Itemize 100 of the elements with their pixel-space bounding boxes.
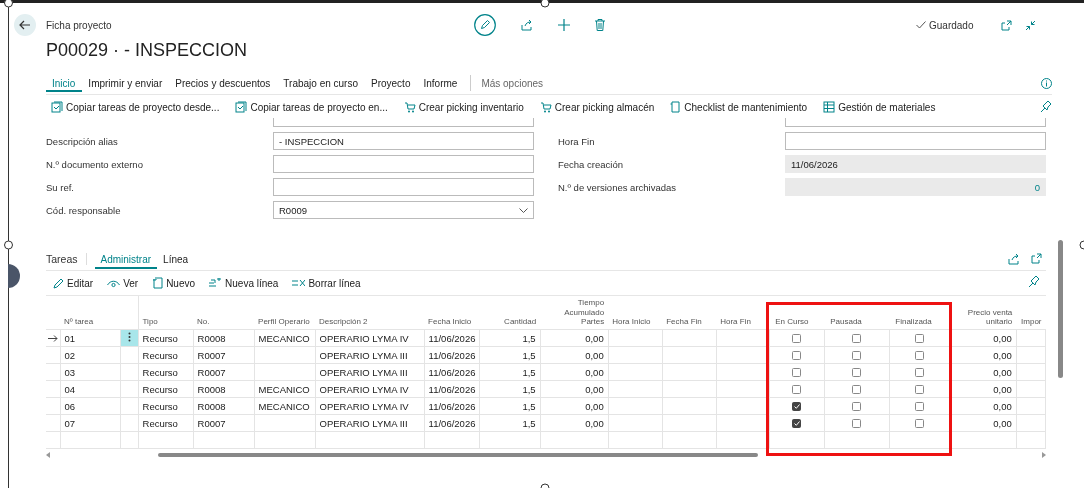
menu-tab[interactable]: Informe <box>417 73 465 93</box>
delete-icon[interactable] <box>595 19 605 31</box>
table-cell: MECANICO <box>258 383 310 395</box>
pin-icon[interactable] <box>1028 276 1040 288</box>
action-button[interactable]: Nueva línea <box>209 277 279 289</box>
action-button[interactable]: Copiar tareas de proyecto en... <box>235 101 388 113</box>
column-header[interactable]: Descripción 2 <box>319 316 421 326</box>
column-header[interactable]: Precio venta unitario <box>953 307 1013 326</box>
checkbox[interactable] <box>792 402 802 412</box>
edit-icon[interactable] <box>474 14 496 36</box>
table-cell: MECANICO <box>258 332 310 344</box>
input-field[interactable] <box>273 155 534 173</box>
checkbox[interactable] <box>852 419 862 429</box>
action-button[interactable]: Ver <box>107 277 139 289</box>
menu-tab[interactable]: Precios y descuentos <box>169 73 278 93</box>
action-button[interactable]: Editar <box>53 277 94 289</box>
scroll-right-icon[interactable] <box>1041 452 1046 458</box>
column-header[interactable]: Tiempo Acumulado Partes <box>544 298 605 326</box>
column-header[interactable]: Finalizada <box>895 316 946 326</box>
more-icon <box>127 332 131 342</box>
checkbox[interactable] <box>914 419 924 429</box>
table-cell: 03 <box>64 366 76 378</box>
table-cell: R0007 <box>197 349 226 361</box>
checkbox[interactable] <box>852 351 862 361</box>
table-cell: 04 <box>64 383 76 395</box>
checkbox[interactable] <box>852 334 862 344</box>
checkbox[interactable] <box>914 385 924 395</box>
dropdown-field[interactable]: R0009 <box>273 201 534 219</box>
table-cell: Recurso <box>142 417 178 429</box>
add-icon[interactable] <box>558 19 570 31</box>
table-cell: 0,00 <box>993 332 1012 344</box>
collapse-icon[interactable] <box>1025 19 1037 31</box>
column-header[interactable]: Fecha Fin <box>666 316 713 326</box>
checkbox[interactable] <box>792 334 802 344</box>
column-header[interactable]: Perfil Operario <box>258 316 312 326</box>
checkbox[interactable] <box>914 402 924 412</box>
menu-tab[interactable]: Imprimir y enviar <box>82 73 170 93</box>
column-header[interactable]: Impor <box>1020 316 1042 326</box>
horizontal-scrollbar[interactable] <box>46 452 1046 458</box>
copy-icon <box>51 101 63 113</box>
action-button[interactable]: Nuevo <box>152 277 196 289</box>
column-header[interactable]: Fecha Inicio <box>428 316 476 326</box>
menu-tab[interactable]: Proyecto <box>365 73 418 93</box>
info-icon[interactable] <box>1041 77 1052 89</box>
column-header[interactable]: Cantidad <box>483 316 537 326</box>
document-icon <box>670 101 682 113</box>
table-cell: 0,00 <box>993 400 1012 412</box>
column-header[interactable]: Pausada <box>830 316 886 326</box>
table-cell: 01 <box>64 332 76 344</box>
table-cell: 11/06/2026 <box>428 383 476 395</box>
checkbox[interactable] <box>914 351 924 361</box>
input-field[interactable]: - INSPECCION <box>273 132 534 150</box>
action-button[interactable]: Checklist de mantenimiento <box>670 101 808 113</box>
action-button[interactable]: Borrar línea <box>292 277 361 289</box>
input-field[interactable] <box>785 132 1046 150</box>
checkbox[interactable] <box>792 368 802 378</box>
menu-tab[interactable]: Inicio <box>46 74 83 92</box>
share-icon[interactable] <box>1008 253 1020 265</box>
column-header[interactable]: No. <box>197 316 251 326</box>
table-cell: Recurso <box>142 383 178 395</box>
more-options[interactable]: Más opciones <box>477 73 548 93</box>
popout-icon[interactable] <box>1001 19 1013 31</box>
eye-icon <box>107 278 121 288</box>
checkbox[interactable] <box>792 385 802 395</box>
field-label: Descripción alias <box>46 135 118 147</box>
table-cell: 1,5 <box>522 400 536 412</box>
scroll-left-icon[interactable] <box>46 452 51 458</box>
column-header[interactable]: Hora Inicio <box>612 316 659 326</box>
table-cell: 0,00 <box>585 400 604 412</box>
back-icon[interactable] <box>14 14 36 36</box>
expand-icon[interactable] <box>1031 253 1042 264</box>
input-field[interactable] <box>273 178 534 196</box>
share-icon[interactable] <box>521 19 533 31</box>
menu-tab[interactable]: Trabajo en curso <box>277 73 365 93</box>
pin-icon[interactable] <box>1040 101 1052 113</box>
action-button[interactable]: Gestión de materiales <box>823 101 936 113</box>
vertical-scrollbar[interactable] <box>1058 240 1063 378</box>
action-button[interactable]: Crear picking inventario <box>403 101 524 113</box>
input-field: 0 <box>785 178 1046 196</box>
checkbox[interactable] <box>852 402 862 412</box>
column-header[interactable]: En Curso <box>775 316 821 326</box>
column-header[interactable]: Hora Fin <box>720 316 766 326</box>
subpage-tab[interactable]: Línea <box>157 249 195 269</box>
column-header[interactable]: Nº tarea <box>64 316 116 326</box>
row-selector[interactable] <box>46 329 60 347</box>
checkbox[interactable] <box>852 368 862 378</box>
table-cell: 0,00 <box>585 417 604 429</box>
checkbox[interactable] <box>852 385 862 395</box>
table-cell: Recurso <box>142 332 178 344</box>
column-header[interactable]: Tipo <box>142 316 190 326</box>
subpage-tab[interactable]: Administrar <box>94 249 158 269</box>
table-cell: MECANICO <box>258 400 310 412</box>
action-button[interactable]: Copiar tareas de proyecto desde... <box>51 101 220 113</box>
checkbox[interactable] <box>792 351 802 361</box>
checkbox[interactable] <box>914 334 924 344</box>
copy-icon <box>235 101 248 113</box>
action-button[interactable]: Crear picking almacén <box>539 101 655 113</box>
table-cell: 11/06/2026 <box>428 332 476 344</box>
checkbox[interactable] <box>914 368 924 378</box>
checkbox[interactable] <box>792 419 802 429</box>
